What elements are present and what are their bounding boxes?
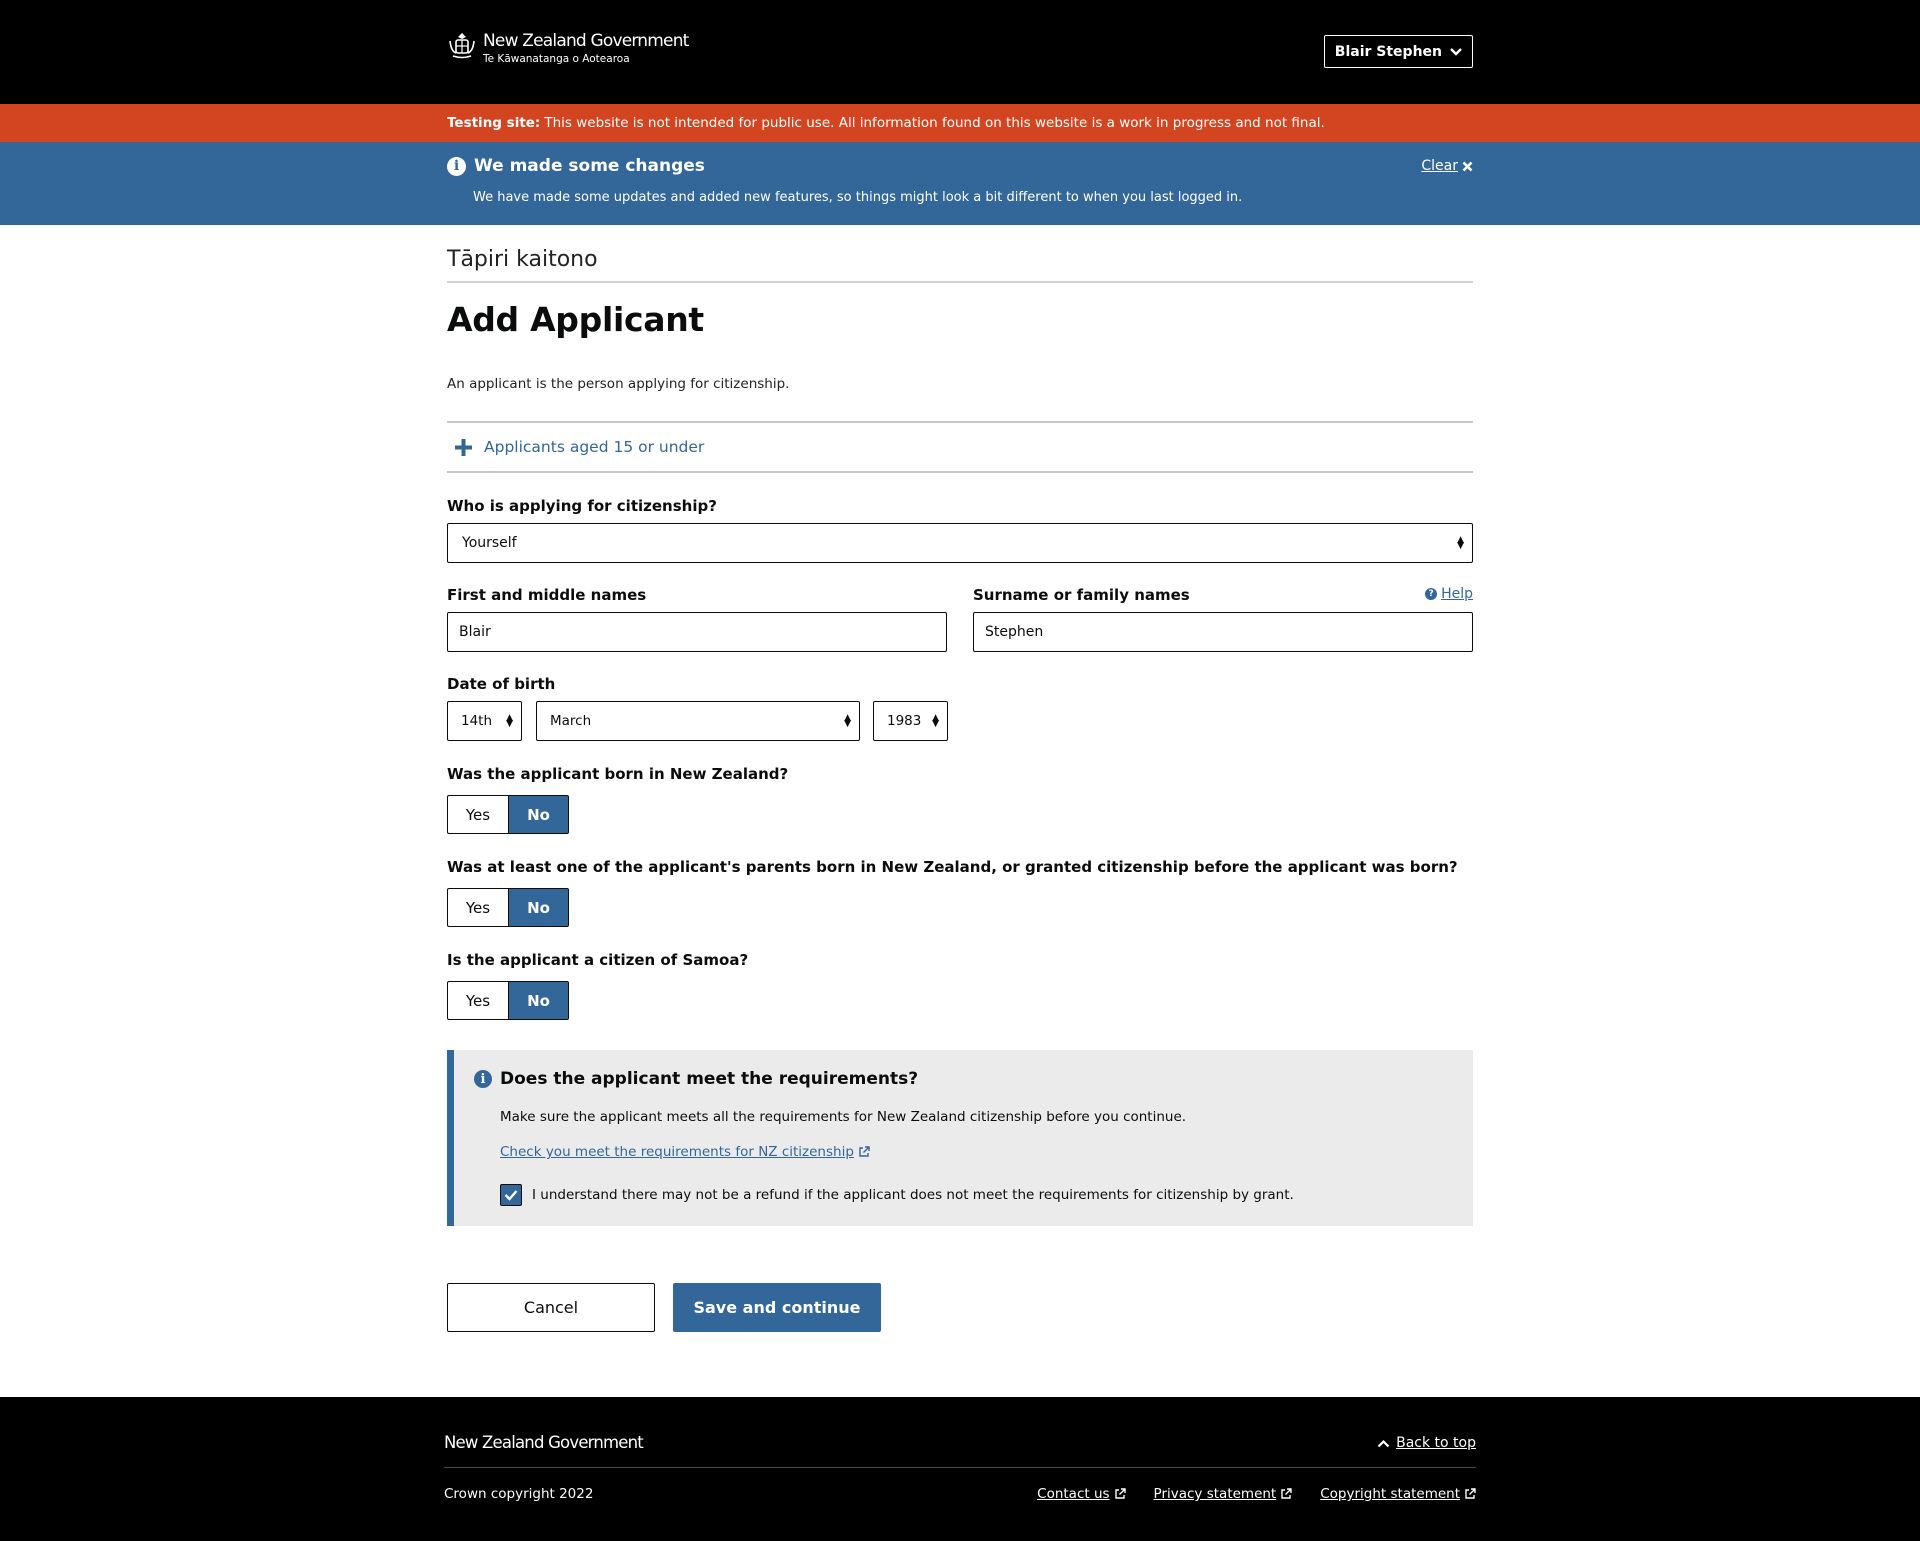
parents-born-no[interactable]: No: [508, 888, 569, 927]
back-to-top-link[interactable]: Back to top: [1377, 1435, 1476, 1451]
parents-born-toggle: Yes No: [447, 888, 1473, 927]
privacy-statement-label: Privacy statement: [1153, 1486, 1277, 1502]
testing-label: Testing site:: [447, 115, 541, 131]
samoa-citizen-label: Is the applicant a citizen of Samoa?: [447, 951, 749, 969]
copyright-statement-link[interactable]: Copyright statement: [1320, 1486, 1476, 1502]
requirements-text: Make sure the applicant meets all the re…: [500, 1109, 1187, 1125]
dob-day-select[interactable]: 14th ▲ ▼: [447, 701, 522, 741]
privacy-statement-link[interactable]: Privacy statement: [1154, 1486, 1293, 1502]
requirements-title: Does the applicant meet the requirements…: [500, 1069, 919, 1089]
accordion-label: Applicants aged 15 or under: [484, 438, 705, 456]
born-in-nz-label: Was the applicant born in New Zealand?: [447, 765, 789, 783]
external-link-icon: [1465, 1488, 1476, 1499]
select-arrows-icon: ▲ ▼: [932, 713, 939, 729]
intro-text: An applicant is the person applying for …: [447, 376, 790, 392]
select-arrows-icon: ▲ ▼: [506, 713, 513, 729]
born-in-nz-yes[interactable]: Yes: [447, 795, 508, 834]
born-in-nz-no[interactable]: No: [508, 795, 569, 834]
applicants-under-15-accordion[interactable]: Applicants aged 15 or under: [447, 421, 1473, 473]
cancel-button[interactable]: Cancel: [447, 1283, 655, 1332]
samoa-citizen-yes[interactable]: Yes: [447, 981, 508, 1020]
select-arrows-icon: ▲ ▼: [844, 713, 851, 729]
who-applying-label: Who is applying for citizenship?: [447, 497, 717, 515]
dob-year-select[interactable]: 1983 ▲ ▼: [873, 701, 948, 741]
crest-icon: [449, 33, 475, 59]
surname-label: Surname or family names: [973, 586, 1190, 604]
site-footer: New Zealand Government Back to top Crown…: [0, 1397, 1920, 1541]
dob-year-value: 1983: [887, 713, 922, 729]
info-icon: i: [474, 1070, 492, 1088]
external-link-icon: [859, 1146, 870, 1157]
requirements-panel: i Does the applicant meet the requiremen…: [447, 1050, 1473, 1226]
dob-month-select[interactable]: March ▲ ▼: [536, 701, 860, 741]
external-link-icon: [1114, 1488, 1126, 1499]
close-icon: [1462, 161, 1473, 171]
testing-text: This website is not intended for public …: [544, 115, 1325, 131]
testing-site-banner: Testing site: This website is not intend…: [0, 104, 1920, 142]
maori-page-title: Tāpiri kaitono: [447, 247, 1473, 283]
logo-subtitle: Te Kāwanatanga o Aotearoa: [483, 53, 630, 65]
contact-us-link[interactable]: Contact us: [1037, 1486, 1126, 1502]
info-icon: i: [447, 156, 466, 176]
chevron-down-icon: [1450, 47, 1462, 56]
save-and-continue-button[interactable]: Save and continue: [673, 1283, 881, 1332]
requirements-link[interactable]: Check you meet the requirements for NZ c…: [500, 1144, 870, 1160]
logo-title: New Zealand Government: [483, 31, 689, 51]
born-in-nz-toggle: Yes No: [447, 795, 1473, 834]
surname-input[interactable]: Stephen: [973, 612, 1473, 652]
site-header: New Zealand Government Te Kāwanatanga o …: [0, 0, 1920, 104]
contact-us-label: Contact us: [1037, 1486, 1110, 1502]
refund-checkbox[interactable]: [500, 1184, 522, 1206]
external-link-icon: [1281, 1488, 1292, 1499]
plus-icon: [455, 438, 472, 456]
page-title: Add Applicant: [447, 300, 704, 339]
requirements-link-label: Check you meet the requirements for NZ c…: [500, 1144, 854, 1160]
chevron-up-icon: [1377, 1439, 1390, 1447]
samoa-citizen-no[interactable]: No: [508, 981, 569, 1020]
first-names-input[interactable]: Blair: [447, 612, 947, 652]
help-label: Help: [1441, 586, 1473, 602]
samoa-citizen-toggle: Yes No: [447, 981, 1473, 1020]
who-applying-value: Yourself: [462, 535, 517, 551]
select-arrows-icon: ▲ ▼: [1457, 535, 1464, 551]
footer-logo[interactable]: New Zealand Government: [444, 1433, 644, 1452]
changes-notice: i We made some changes We have made some…: [0, 142, 1920, 225]
parents-born-label: Was at least one of the applicant's pare…: [447, 858, 1458, 876]
back-to-top-label: Back to top: [1396, 1435, 1476, 1451]
dob-label: Date of birth: [447, 675, 556, 693]
question-icon: ?: [1425, 588, 1438, 600]
user-name: Blair Stephen: [1334, 43, 1442, 60]
clear-notice-button[interactable]: Clear: [1421, 158, 1473, 174]
refund-checkbox-label: I understand there may not be a refund i…: [532, 1187, 1294, 1203]
help-link[interactable]: ? Help: [1425, 586, 1473, 602]
user-menu-button[interactable]: Blair Stephen: [1323, 35, 1473, 68]
copyright-text: Crown copyright 2022: [444, 1486, 594, 1502]
footer-divider: [444, 1467, 1476, 1468]
checkmark-icon: [504, 1190, 518, 1201]
nz-government-logo[interactable]: New Zealand Government Te Kāwanatanga o …: [447, 31, 689, 66]
clear-label: Clear: [1421, 158, 1458, 174]
who-applying-select[interactable]: Yourself ▲ ▼: [447, 523, 1473, 563]
notice-text: We have made some updates and added new …: [473, 190, 1243, 205]
parents-born-yes[interactable]: Yes: [447, 888, 508, 927]
first-names-label: First and middle names: [447, 586, 647, 604]
copyright-statement-label: Copyright statement: [1320, 1486, 1460, 1502]
notice-title: We made some changes: [474, 156, 705, 176]
dob-month-value: March: [550, 713, 592, 729]
dob-day-value: 14th: [461, 713, 493, 729]
main-content: Tāpiri kaitono Add Applicant An applican…: [0, 225, 1920, 1332]
